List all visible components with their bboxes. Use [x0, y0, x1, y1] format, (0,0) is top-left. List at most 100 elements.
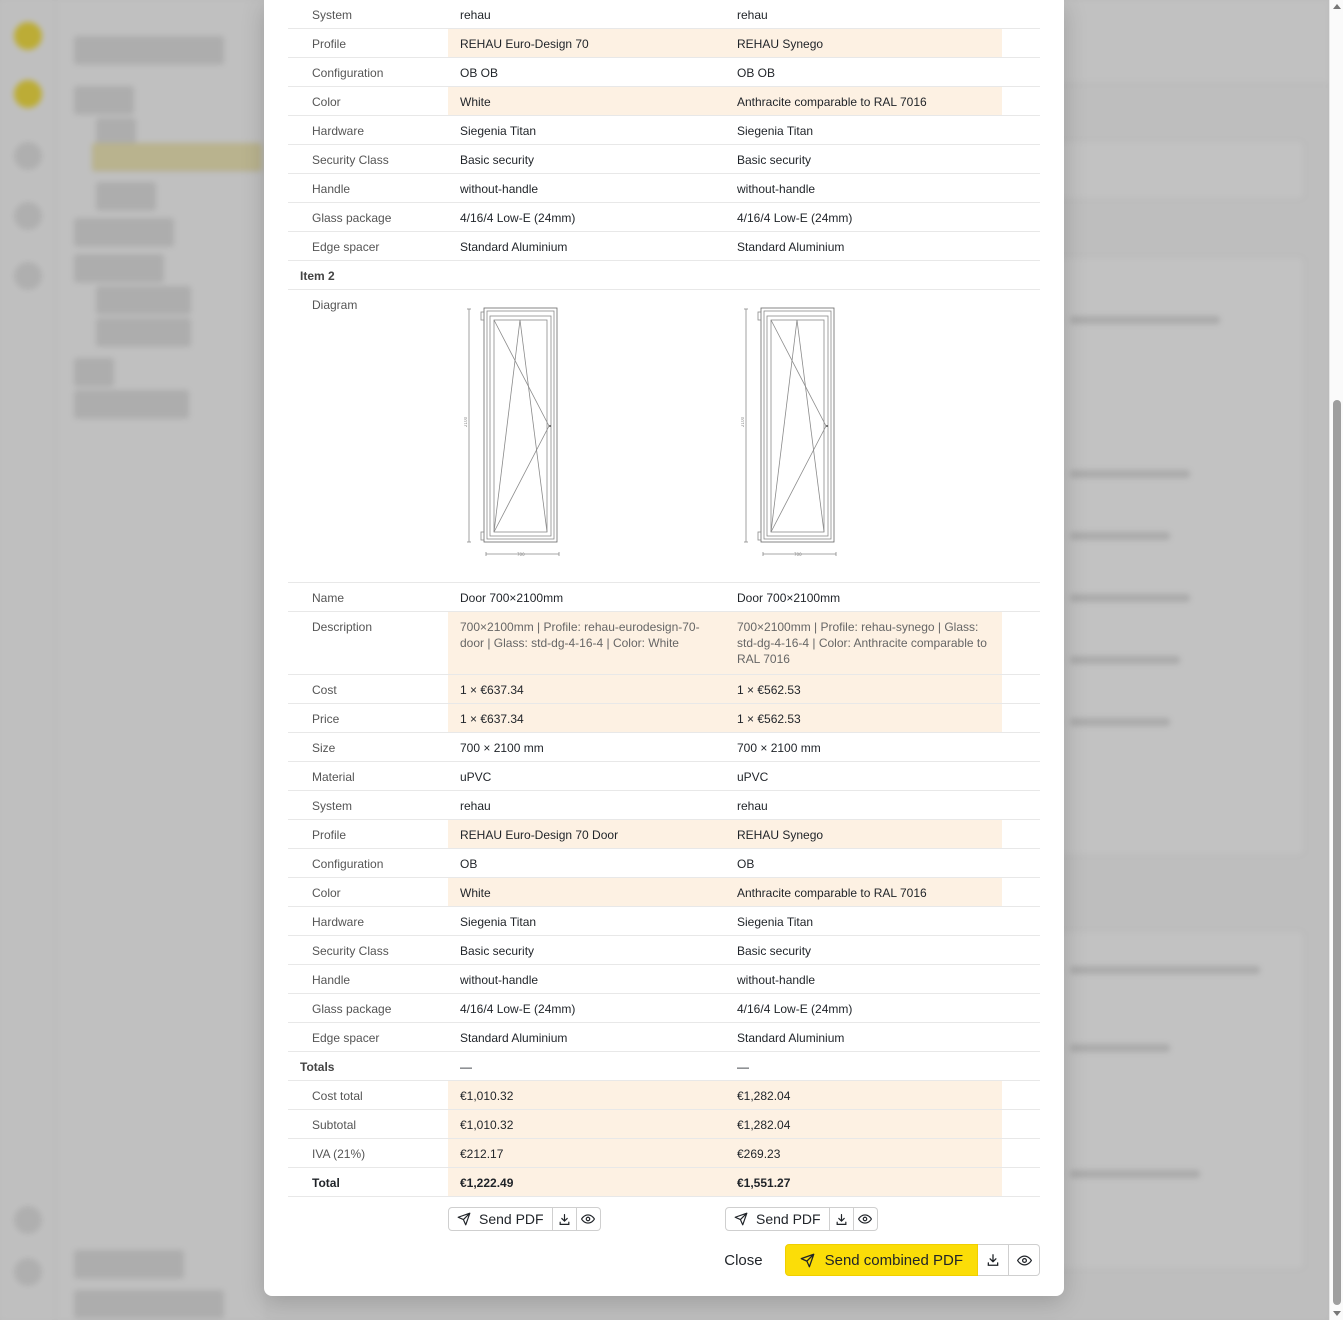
value-b: Door 700×2100mm — [737, 591, 841, 605]
compare-quotes-modal: System rehau rehau Profile REHAU Euro-Design… — [264, 0, 1064, 1296]
row-label: Glass package — [312, 211, 392, 225]
table-row: Subtotal €1,010.32 €1,282.04 — [288, 1110, 1040, 1139]
row-label: Handle — [312, 182, 351, 196]
send-pdf-label: Send PDF — [479, 1211, 544, 1227]
door-diagram-a: 2100 700 — [448, 290, 725, 582]
table-row: Edge spacer Standard Aluminium Standard Al… — [288, 232, 1040, 261]
table-row: Edge spacer Standard Aluminium Standard Al… — [288, 1023, 1040, 1052]
download-pdf-button-b[interactable] — [829, 1207, 854, 1231]
value-a: REHAU Euro-Design 70 — [448, 29, 725, 57]
table-row: System rehau rehau — [288, 0, 1040, 29]
scrollbar-thumb[interactable] — [1333, 400, 1341, 1305]
table-row: Configuration OB OB — [288, 849, 1040, 878]
send-pdf-button-b[interactable]: Send PDF — [725, 1207, 830, 1231]
diagram-row: Diagram 2100 700 2100 700 — [288, 290, 1040, 583]
preview-pdf-button-b[interactable] — [853, 1207, 878, 1231]
row-label: Edge spacer — [312, 1031, 380, 1045]
value-a: €1,010.32 — [448, 1081, 725, 1109]
table-row: Profile REHAU Euro-Design 70 REHAU Synego — [288, 29, 1040, 58]
row-label: Profile — [312, 37, 347, 51]
row-label: Name — [312, 591, 345, 605]
row-label: Configuration — [312, 66, 384, 80]
row-label: Subtotal — [312, 1118, 357, 1132]
page-scrollbar[interactable] — [1329, 0, 1343, 1320]
table-row: Size 700 × 2100 mm 700 × 2100 mm — [288, 733, 1040, 762]
row-label: Description — [312, 620, 373, 634]
table-row: Security Class Basic security Basic securi… — [288, 145, 1040, 174]
table-row: Hardware Siegenia Titan Siegenia Titan — [288, 907, 1040, 936]
value-b: rehau — [737, 799, 768, 813]
send-pdf-button-a[interactable]: Send PDF — [448, 1207, 553, 1231]
row-label: Color — [312, 886, 341, 900]
eye-icon — [581, 1214, 596, 1224]
value-a: Siegenia Titan — [460, 915, 537, 929]
table-row: System rehau rehau — [288, 791, 1040, 820]
table-row: Name Door 700×2100mm Door 700×2100mm — [288, 583, 1040, 612]
row-label: Hardware — [312, 124, 365, 138]
value-b: 4/16/4 Low-E (24mm) — [737, 211, 853, 225]
scroll-down-icon[interactable] — [1333, 1311, 1341, 1316]
table-row: IVA (21%) €212.17 €269.23 — [288, 1139, 1040, 1168]
row-label: Cost total — [312, 1089, 363, 1103]
preview-combined-pdf-button[interactable] — [1009, 1244, 1040, 1276]
table-row: Hardware Siegenia Titan Siegenia Titan — [288, 116, 1040, 145]
value-a: €212.17 — [448, 1139, 725, 1167]
value-b: without-handle — [737, 182, 816, 196]
quote-a-actions: Send PDF — [448, 1207, 725, 1231]
send-icon — [800, 1253, 814, 1267]
value-a: Basic security — [460, 153, 535, 167]
row-label: Configuration — [312, 857, 384, 871]
row-label: Glass package — [312, 1002, 392, 1016]
value-b: 4/16/4 Low-E (24mm) — [737, 1002, 853, 1016]
section-row-totals: Totals — — — [288, 1052, 1040, 1081]
eye-icon — [1016, 1254, 1032, 1266]
row-label: Price — [312, 712, 340, 726]
send-combined-pdf-label: Send combined PDF — [824, 1251, 963, 1269]
value-b: Standard Aluminium — [737, 240, 845, 254]
value-b: Anthracite comparable to RAL 7016 — [725, 87, 1002, 115]
table-row: Color White Anthracite comparable to RAL 7… — [288, 87, 1040, 116]
value-b: 700 × 2100 mm — [737, 741, 821, 755]
row-label: Hardware — [312, 915, 365, 929]
value-a: 1 × €637.34 — [448, 704, 725, 732]
value-a: 700×2100mm | Profile: rehau-eurodesign-7… — [448, 612, 725, 674]
section-label: Item 2 — [300, 269, 335, 283]
value-a: Door 700×2100mm — [460, 591, 564, 605]
value-a: rehau — [460, 8, 491, 22]
value-b: rehau — [737, 8, 768, 22]
quote-actions-row: Send PDF Send PDF — [288, 1197, 1040, 1231]
value-a: 1 × €637.34 — [448, 675, 725, 703]
scroll-up-icon[interactable] — [1333, 4, 1341, 9]
row-label: System — [312, 799, 353, 813]
section-row-item-2: Item 2 — [288, 261, 1040, 290]
value-b: Basic security — [737, 153, 812, 167]
value-a: Siegenia Titan — [460, 124, 537, 138]
value-b: REHAU Synego — [725, 820, 1002, 848]
diagram-width-label: 700 — [794, 552, 802, 557]
download-combined-pdf-button[interactable] — [978, 1244, 1009, 1276]
table-row: Total €1,222.49 €1,551.27 — [288, 1168, 1040, 1197]
table-row: Handle without-handle without-handle — [288, 174, 1040, 203]
value-b: Basic security — [737, 944, 812, 958]
value-a: 700 × 2100 mm — [460, 741, 544, 755]
preview-pdf-button-a[interactable] — [576, 1207, 601, 1231]
download-icon — [559, 1213, 570, 1225]
quote-b-actions: Send PDF — [725, 1207, 1002, 1231]
totals-value-b: — — [737, 1060, 749, 1074]
value-a: Basic security — [460, 944, 535, 958]
download-pdf-button-a[interactable] — [552, 1207, 577, 1231]
value-b: €1,551.27 — [725, 1168, 1002, 1196]
comparison-table: System rehau rehau Profile REHAU Euro-Design… — [288, 0, 1040, 1231]
table-row: Configuration OB OB OB OB — [288, 58, 1040, 87]
value-a: Standard Aluminium — [460, 240, 568, 254]
value-a: 4/16/4 Low-E (24mm) — [460, 211, 576, 225]
value-a: White — [448, 878, 725, 906]
table-row: Color White Anthracite comparable to RAL 7… — [288, 878, 1040, 907]
row-label: Handle — [312, 973, 351, 987]
close-button[interactable]: Close — [724, 1252, 762, 1269]
value-b: €1,282.04 — [725, 1110, 1002, 1138]
send-combined-pdf-button[interactable]: Send combined PDF — [784, 1244, 978, 1276]
diagram-height-label: 2100 — [741, 416, 745, 427]
value-a: rehau — [460, 799, 491, 813]
value-b: Siegenia Titan — [737, 915, 814, 929]
